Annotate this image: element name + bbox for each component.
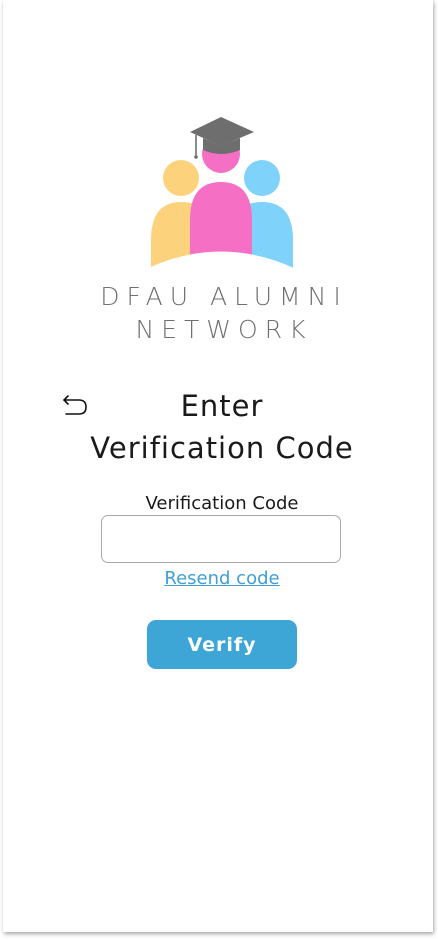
verification-code-input[interactable] — [101, 515, 341, 563]
brand-name-line1: DFAU ALUMNI — [100, 282, 348, 311]
page-title-line2: Verification Code — [90, 431, 354, 465]
alumni-network-logo-icon — [146, 117, 296, 274]
verification-code-label: Verification Code — [145, 493, 299, 514]
page-title-line1: Enter — [180, 389, 264, 423]
verify-button[interactable]: Verify — [147, 620, 297, 669]
app-screen: DFAU ALUMNI NETWORK Enter Verification C… — [3, 0, 433, 932]
brand-name-line2: NETWORK — [135, 315, 313, 344]
resend-code-link[interactable]: Resend code — [3, 568, 438, 589]
